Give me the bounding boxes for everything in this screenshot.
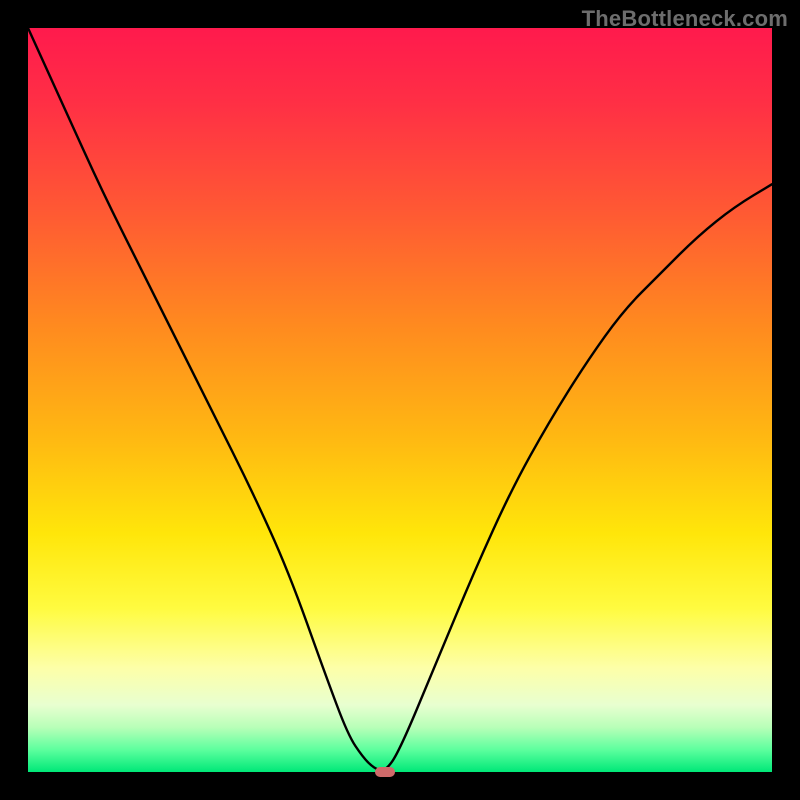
watermark-text: TheBottleneck.com bbox=[582, 6, 788, 32]
bottleneck-curve bbox=[28, 28, 772, 770]
plot-area bbox=[28, 28, 772, 772]
chart-stage: TheBottleneck.com bbox=[0, 0, 800, 800]
optimum-marker bbox=[375, 767, 395, 777]
curve-layer bbox=[28, 28, 772, 772]
